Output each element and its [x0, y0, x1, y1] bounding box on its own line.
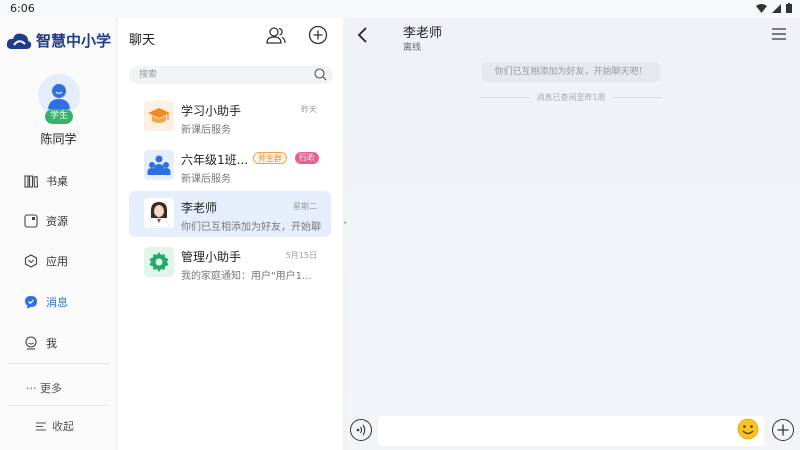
nav-item-me[interactable]: 我: [24, 332, 57, 354]
read-status-divider: 消息已查阅至昨1周: [480, 90, 662, 104]
gear-icon: [149, 252, 169, 272]
chat-time: 昨天: [301, 154, 317, 163]
logo-cloud-icon: [6, 33, 32, 49]
logo-text: 智慧中小学: [36, 32, 112, 50]
chat-item-class-group[interactable]: 六年级1班... 师生群 行政 昨天 新课后服务: [129, 143, 331, 189]
battery-icon: [786, 3, 792, 13]
voice-input-button[interactable]: [350, 419, 372, 441]
conversation-header: 李老师 离线: [346, 18, 800, 56]
left-navigation: 智慧中小学 学生 陈同学 书桌 资源 应用 消息 我 ··· 更多 收起: [0, 18, 117, 450]
resource-icon: [24, 214, 38, 228]
chat-avatar: [144, 198, 174, 228]
chat-name: 学习小助手: [181, 104, 242, 118]
apps-icon: [24, 254, 38, 268]
signal-icon: [772, 3, 781, 13]
chat-item-admin-assistant[interactable]: 管理小助手 5月15日 我的家庭通知：用户"用户1...: [129, 240, 331, 286]
contact-status: 离线: [403, 43, 422, 53]
system-message: 你们已互相添加为好友，开始聊天吧！: [482, 62, 660, 82]
chat-time: 5月15日: [285, 251, 317, 260]
hamburger-menu-icon: [772, 28, 786, 40]
read-status-text: 消息已查阅至昨1周: [536, 92, 606, 102]
nav-label-messages: 消息: [46, 296, 68, 309]
profile-icon: [25, 336, 37, 350]
collapse-button[interactable]: 收起: [36, 418, 74, 434]
plus-icon: [777, 424, 789, 436]
group-tag-teacher-student: 师生群: [253, 152, 287, 164]
message-input[interactable]: [378, 416, 764, 446]
chat-name: 管理小助手: [181, 250, 242, 264]
search-icon[interactable]: [314, 68, 327, 81]
add-chat-button[interactable]: [307, 24, 329, 46]
chat-item-study-assistant[interactable]: 学习小助手 昨天 新课后服务: [129, 94, 331, 140]
nav-item-resources[interactable]: 资源: [24, 210, 68, 232]
class-group-icon: [147, 155, 171, 175]
collapse-label: 收起: [52, 420, 74, 433]
nav-divider: [8, 405, 109, 406]
nav-label-resources: 资源: [46, 215, 68, 228]
message-input-bar: [346, 414, 800, 450]
user-name: 陈同学: [40, 132, 77, 146]
nav-label-me: 我: [46, 337, 57, 350]
graduation-cap-icon: [148, 108, 170, 123]
more-button[interactable]: ··· 更多: [26, 380, 62, 396]
app-logo: 智慧中小学: [6, 30, 111, 51]
desk-icon: [24, 175, 38, 188]
chat-preview: 我的家庭通知：用户"用户1...: [181, 271, 312, 282]
wifi-icon: [756, 3, 767, 13]
chat-avatar: [144, 101, 174, 131]
status-time: 6:06: [10, 2, 35, 15]
conversation-panel: 李老师 离线 你们已互相添加为好友，开始聊天吧！ 消息已查阅至昨1周: [346, 18, 800, 450]
emoji-button[interactable]: [737, 418, 759, 440]
attach-button[interactable]: [772, 419, 794, 441]
nav-item-apps[interactable]: 应用: [24, 250, 68, 272]
collapse-menu-icon: [36, 421, 46, 431]
nav-label-desk: 书桌: [46, 175, 68, 188]
divider-line: [611, 96, 662, 98]
divider-line: [480, 96, 531, 98]
chat-avatar: [144, 150, 174, 180]
status-bar: 6:06: [0, 0, 800, 18]
search-bar: [129, 66, 333, 84]
nav-divider: [8, 363, 109, 364]
voice-icon: [356, 424, 366, 436]
chat-preview: 新课后服务: [181, 125, 231, 136]
back-button[interactable]: [356, 26, 370, 47]
contacts-icon: [266, 27, 286, 44]
conversation-menu-button[interactable]: [772, 28, 786, 43]
chat-time: 昨天: [301, 105, 317, 114]
chat-preview: 新课后服务: [181, 174, 231, 185]
conversation-title: 李老师: [403, 26, 443, 41]
emoji-icon: [737, 418, 759, 440]
role-badge: 学生: [45, 109, 73, 124]
nav-label-apps: 应用: [46, 255, 68, 268]
nav-item-desk[interactable]: 书桌: [24, 170, 68, 192]
chat-avatar: [144, 247, 174, 277]
chat-preview: 你们已互相添加为好友，开始聊...: [181, 222, 321, 233]
chat-list-panel: 聊天 学习小助手 昨天 新课后服务 六年级1班... 师生群 行政 昨天 新课后…: [117, 18, 343, 450]
user-avatar-icon: [48, 84, 70, 109]
system-icons: [756, 3, 792, 13]
chat-name: 六年级1班...: [181, 153, 249, 167]
teacher-avatar: [148, 202, 170, 227]
chat-item-teacher-li[interactable]: 李老师 星期二 你们已互相添加为好友，开始聊...: [129, 191, 331, 237]
nav-item-messages[interactable]: 消息: [24, 291, 68, 313]
chat-list-title: 聊天: [129, 33, 156, 48]
contacts-button[interactable]: [265, 24, 287, 46]
chat-name: 李老师: [181, 201, 218, 215]
plus-circle-icon: [308, 25, 328, 45]
chat-time: 星期二: [293, 202, 317, 211]
search-input[interactable]: [139, 66, 309, 84]
back-arrow-icon: [357, 27, 367, 43]
message-icon: [25, 296, 37, 309]
